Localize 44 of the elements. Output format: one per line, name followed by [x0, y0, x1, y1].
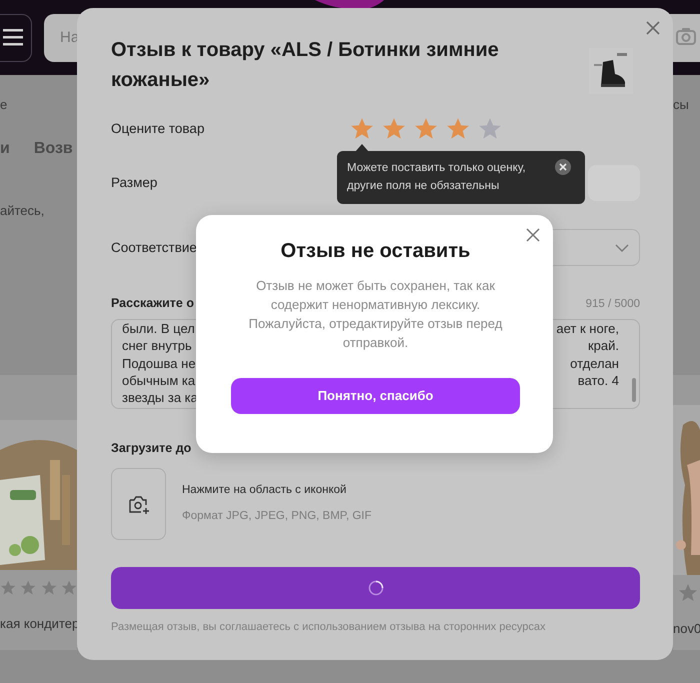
page-tab[interactable]: и [0, 136, 10, 160]
character-counter: 915 / 5000 [586, 296, 640, 312]
page-tab[interactable]: Возв [34, 136, 73, 160]
dialog-title: Отзыв к товару «ALS / Ботинки зимние кожаные» [111, 38, 500, 93]
review-text: край. [588, 337, 619, 355]
page-text: айтесь, [0, 202, 44, 220]
review-text: отделан [570, 354, 619, 372]
confirm-button[interactable]: Понятно, спасибо [231, 378, 520, 414]
field-label: Соответствие [111, 240, 197, 254]
star-icon[interactable] [350, 117, 374, 141]
camera-icon[interactable] [676, 27, 696, 45]
field-label: Размер [111, 175, 158, 190]
field-label: Загрузите до [111, 440, 192, 457]
upload-formats: Формат JPG, JPEG, PNG, BMP, GIF [182, 508, 372, 524]
menu-button[interactable] [0, 14, 32, 62]
star-icon[interactable] [382, 117, 406, 141]
review-text: вато. 4 [578, 372, 619, 390]
scrollbar-thumb[interactable] [632, 378, 636, 402]
page-text: е [0, 96, 8, 114]
field-label: Расскажите о [111, 295, 194, 312]
field-label: Оцените товар [111, 121, 204, 136]
review-text: были. В цел [122, 320, 195, 338]
star-icon [678, 583, 698, 603]
close-icon[interactable] [555, 159, 571, 175]
tooltip-text: Можете поставить только оценку, другие поля не обязательны [347, 161, 527, 194]
submit-button[interactable] [111, 566, 640, 608]
menu-icon [3, 29, 23, 46]
review-text: Подошва не [122, 354, 196, 372]
product-name: кая кондитер [0, 615, 77, 633]
review-text: обычным ка [122, 372, 196, 390]
review-text: ает к ноге, [556, 320, 619, 338]
chevron-down-icon [615, 244, 629, 252]
upload-hint: Нажмите на область с иконкой [182, 483, 348, 498]
star-icon[interactable] [446, 117, 470, 141]
star-icon[interactable] [414, 117, 438, 141]
star-icon[interactable] [478, 117, 502, 141]
disclaimer-text: Размещая отзыв, вы соглашаетесь с использованием отзыва на сторонних ресурсах [111, 620, 547, 634]
photo-upload-area[interactable] [111, 468, 166, 540]
product-card[interactable]: кая кондитер [0, 375, 77, 650]
star-rating[interactable] [350, 117, 502, 141]
dialog-message: Отзыв не может быть сохранен, так как содержит ненормативную лексику. Пожалуйста, отредактируйте отзыв перед отправкой. [248, 277, 504, 352]
dialog-title: Отзыв не оставить [280, 239, 472, 263]
page-text: сы [673, 96, 689, 114]
review-text: снег внутрь [122, 337, 192, 355]
